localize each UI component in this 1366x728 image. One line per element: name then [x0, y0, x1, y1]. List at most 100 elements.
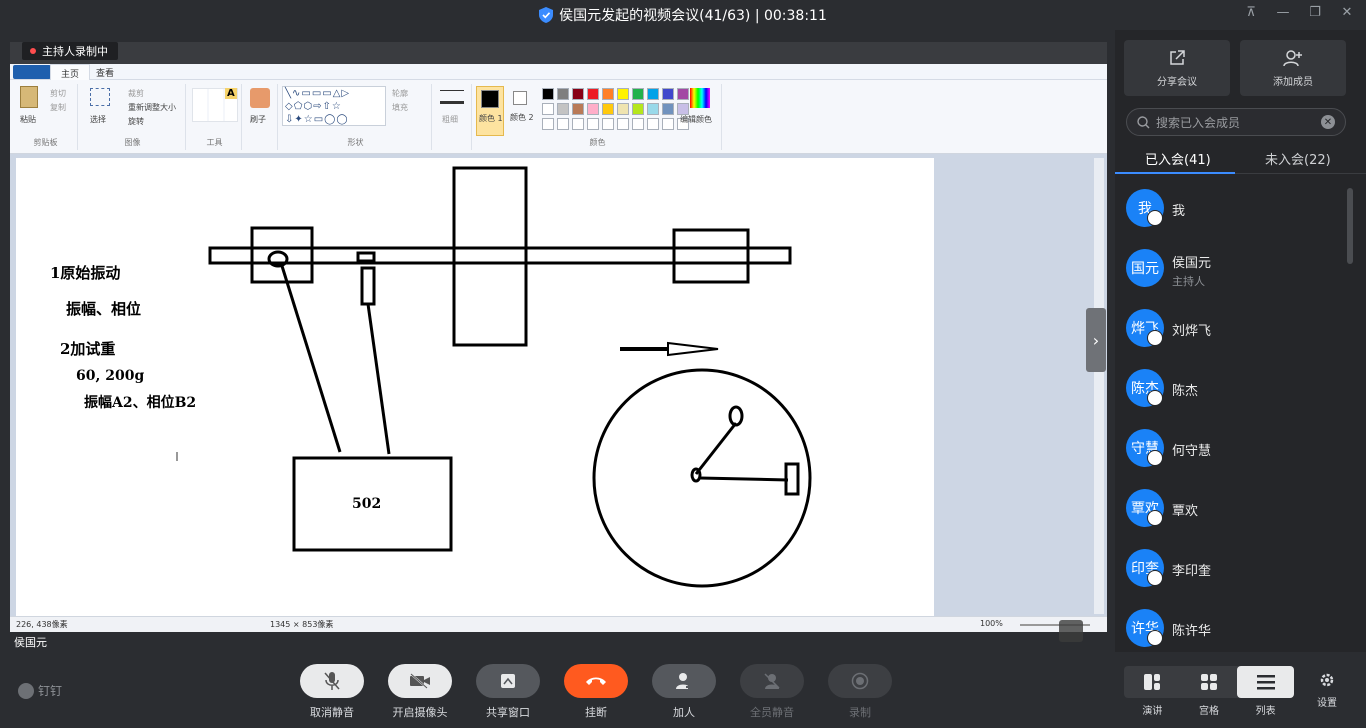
paint-file-tab[interactable]	[13, 65, 51, 79]
cable-1	[280, 265, 342, 453]
hangup-button[interactable]: 挂断	[564, 664, 628, 720]
brush-icon[interactable]	[250, 88, 270, 108]
brush-button[interactable]: 刷子	[250, 114, 266, 125]
custom-color-swatch[interactable]	[632, 118, 644, 130]
speaker-bar: 侯国元	[10, 620, 1107, 650]
custom-color-swatch[interactable]	[572, 118, 584, 130]
share-window-button[interactable]: 共享窗口	[476, 664, 540, 720]
record-button[interactable]: 录制	[828, 664, 892, 720]
rotate-button[interactable]: 旋转	[128, 116, 144, 127]
layout-list-button[interactable]	[1237, 666, 1295, 698]
resize-button[interactable]: 重新调整大小	[128, 102, 176, 113]
color-swatch[interactable]	[632, 103, 644, 115]
member-row[interactable]: 守慧 何守慧	[1115, 420, 1355, 480]
member-row[interactable]: 印奎 李印奎	[1115, 540, 1355, 600]
paste-icon[interactable]	[20, 86, 38, 108]
color2-button[interactable]: 颜色 2	[508, 86, 536, 136]
color-swatch[interactable]	[557, 88, 569, 100]
color-swatch[interactable]	[572, 103, 584, 115]
text-tool-icon[interactable]: A	[225, 88, 237, 99]
member-name: 李印奎	[1172, 564, 1212, 579]
paint-status-bar: 226, 438像素 1345 × 853像素 100%	[10, 616, 1107, 632]
color-swatch[interactable]	[662, 88, 674, 100]
color-swatch[interactable]	[677, 88, 689, 100]
image-group: 选择 裁剪 重新调整大小 旋转 图像	[80, 84, 186, 150]
color-swatch[interactable]	[647, 88, 659, 100]
color-swatch[interactable]	[662, 103, 674, 115]
edit-colors-button[interactable]: 编辑颜色	[680, 114, 712, 125]
custom-color-swatch[interactable]	[617, 118, 629, 130]
share-icon	[1170, 49, 1185, 65]
fullscreen-icon[interactable]	[1059, 620, 1083, 642]
vector-line	[694, 422, 738, 475]
member-search-input[interactable]: 搜索已入会成员 ✕	[1126, 108, 1346, 136]
color-swatch[interactable]	[602, 103, 614, 115]
member-row[interactable]: 国元 侯国元 主持人	[1115, 240, 1355, 300]
tab-joined[interactable]: 已入会(41)	[1145, 149, 1211, 168]
box-label: 502	[352, 496, 382, 512]
tab-view[interactable]: 查看	[96, 66, 114, 79]
member-row[interactable]: 陈杰 陈杰	[1115, 360, 1355, 420]
color-swatch[interactable]	[632, 88, 644, 100]
share-meeting-button[interactable]: 分享会议	[1124, 40, 1230, 96]
custom-color-swatch[interactable]	[542, 118, 554, 130]
restore-icon[interactable]: ❐	[1306, 5, 1324, 20]
unmute-button[interactable]: 取消静音	[300, 664, 364, 720]
color-swatch[interactable]	[557, 103, 569, 115]
custom-color-swatch[interactable]	[602, 118, 614, 130]
color-swatch[interactable]	[587, 103, 599, 115]
add-person-button[interactable]: 加人	[652, 664, 716, 720]
member-row[interactable]: 许华 陈许华	[1115, 600, 1355, 652]
color1-button[interactable]: 颜色 1	[476, 86, 504, 136]
size-icon[interactable]	[440, 90, 464, 104]
select-button[interactable]: 选择	[90, 114, 106, 125]
color-swatch[interactable]	[542, 88, 554, 100]
size-button[interactable]: 粗细	[442, 114, 458, 125]
copy-button[interactable]: 复制	[50, 102, 66, 113]
mute-all-button[interactable]: 全员静音	[740, 664, 804, 720]
layout-list-label: 列表	[1255, 706, 1276, 717]
crop-button[interactable]: 裁剪	[128, 88, 144, 99]
paint-canvas[interactable]: 1原始振动 振幅、相位 2加试重 60, 200g 振幅A2、相位B2 502	[16, 158, 934, 616]
layout-grid-button[interactable]	[1181, 666, 1238, 698]
custom-color-swatch[interactable]	[647, 118, 659, 130]
edit-colors-icon[interactable]	[690, 88, 710, 108]
close-icon[interactable]: ✕	[1338, 5, 1356, 20]
shapes-gallery[interactable]: ╲∿▭▭▭△▷ ◇⬠⬡⇨⇧☆ ⇩✦☆▭◯◯	[282, 86, 386, 126]
tab-not-joined[interactable]: 未入会(22)	[1265, 149, 1331, 168]
member-row[interactable]: 烨飞 刘烨飞	[1115, 300, 1355, 360]
tab-home[interactable]: 主页	[50, 64, 91, 80]
color-swatch[interactable]	[542, 103, 554, 115]
circle-center	[690, 467, 702, 483]
cut-button[interactable]: 剪切	[50, 88, 66, 99]
custom-color-swatch[interactable]	[557, 118, 569, 130]
color-swatch[interactable]	[572, 88, 584, 100]
color-swatch[interactable]	[602, 88, 614, 100]
collapse-panel-button[interactable]: ›	[1086, 308, 1106, 372]
select-icon[interactable]	[90, 88, 110, 106]
pin-icon[interactable]: ⊼	[1242, 5, 1260, 20]
outline-button[interactable]: 轮廓	[392, 88, 408, 99]
add-member-button[interactable]: 添加成员	[1240, 40, 1346, 96]
note-amplitude-phase: 振幅、相位	[66, 300, 142, 318]
color-swatch[interactable]	[587, 88, 599, 100]
paste-button[interactable]: 粘贴	[20, 114, 36, 125]
custom-color-swatch[interactable]	[587, 118, 599, 130]
color-swatch[interactable]	[647, 103, 659, 115]
member-name: 陈杰	[1172, 384, 1199, 399]
member-row[interactable]: 覃欢 覃欢	[1115, 480, 1355, 540]
minimize-icon[interactable]: —	[1274, 5, 1292, 20]
layout-speaker-button[interactable]	[1124, 666, 1181, 698]
rotation-arrow	[620, 341, 719, 357]
settings-button[interactable]: 设置	[1312, 672, 1342, 709]
layout-labels: 演讲 宫格 列表	[1124, 702, 1294, 717]
camera-button[interactable]: 开启摄像头	[388, 664, 452, 720]
member-row[interactable]: 我我	[1115, 180, 1355, 240]
clear-search-icon[interactable]: ✕	[1321, 115, 1335, 129]
color-swatch[interactable]	[617, 88, 629, 100]
vertical-scrollbar[interactable]	[1094, 158, 1104, 614]
custom-color-swatch[interactable]	[662, 118, 674, 130]
fill-button[interactable]: 填充	[392, 102, 408, 113]
member-list-scrollbar[interactable]	[1347, 188, 1353, 264]
color-swatch[interactable]	[617, 103, 629, 115]
